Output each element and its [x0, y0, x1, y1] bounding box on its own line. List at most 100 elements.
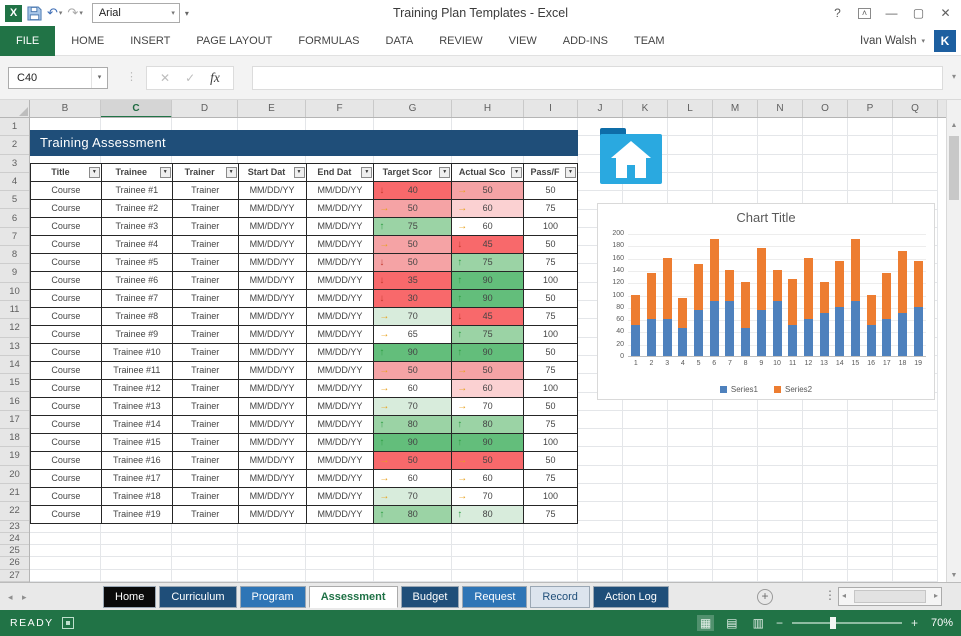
end-date-cell[interactable]: MM/DD/YY — [307, 200, 375, 218]
row-header-6[interactable]: 6 — [0, 210, 29, 228]
trainee-cell[interactable]: Trainee #2 — [102, 200, 173, 218]
start-date-cell[interactable]: MM/DD/YY — [239, 344, 307, 362]
actual-score-cell[interactable]: ↑90 — [452, 290, 524, 308]
title-cell[interactable]: Course — [31, 416, 102, 434]
row-header-21[interactable]: 21 — [0, 484, 29, 502]
trainee-cell[interactable]: Trainee #1 — [102, 182, 173, 200]
row-header-13[interactable]: 13 — [0, 338, 29, 356]
title-cell[interactable]: Course — [31, 434, 102, 452]
pass-score-cell[interactable]: 100 — [524, 218, 578, 236]
new-sheet-button[interactable]: + — [757, 589, 773, 605]
sheet-tab-program[interactable]: Program — [240, 586, 306, 608]
pass-score-cell[interactable]: 50 — [524, 344, 578, 362]
ribbon-display-button[interactable]: ˄ — [858, 8, 871, 19]
column-header-h[interactable]: H — [452, 100, 524, 118]
row-header-3[interactable]: 3 — [0, 155, 29, 173]
target-score-cell[interactable]: →50 — [374, 362, 452, 380]
end-date-cell[interactable]: MM/DD/YY — [307, 254, 375, 272]
actual-score-cell[interactable]: ↑80 — [452, 506, 524, 524]
end-date-cell[interactable]: MM/DD/YY — [307, 488, 375, 506]
pass-score-cell[interactable]: 100 — [524, 488, 578, 506]
name-box-dropdown-icon[interactable]: ▾ — [91, 68, 107, 88]
filter-dropdown-icon[interactable]: ▼ — [294, 167, 305, 178]
scroll-left-icon[interactable]: ◂ — [842, 591, 846, 600]
macro-record-icon[interactable] — [62, 617, 74, 629]
actual-score-cell[interactable]: →60 — [452, 380, 524, 398]
pass-score-cell[interactable]: 100 — [524, 272, 578, 290]
column-header-g[interactable]: G — [374, 100, 452, 118]
trainee-cell[interactable]: Trainee #10 — [102, 344, 173, 362]
filter-dropdown-icon[interactable]: ▼ — [361, 167, 372, 178]
start-date-cell[interactable]: MM/DD/YY — [239, 506, 307, 524]
start-date-cell[interactable]: MM/DD/YY — [239, 380, 307, 398]
formula-input[interactable] — [252, 66, 943, 90]
row-header-8[interactable]: 8 — [0, 246, 29, 264]
start-date-cell[interactable]: MM/DD/YY — [239, 362, 307, 380]
column-header-o[interactable]: O — [803, 100, 848, 118]
redo-dropdown-icon[interactable]: ▾ — [79, 9, 83, 17]
start-date-cell[interactable]: MM/DD/YY — [239, 272, 307, 290]
trainee-cell[interactable]: Trainee #6 — [102, 272, 173, 290]
view-page-break-icon[interactable]: ▥ — [750, 615, 767, 631]
undo-dropdown-icon[interactable]: ▾ — [59, 9, 63, 17]
row-header-17[interactable]: 17 — [0, 411, 29, 429]
title-cell[interactable]: Course — [31, 506, 102, 524]
scroll-up-icon[interactable]: ▲ — [947, 122, 961, 129]
pass-score-cell[interactable]: 75 — [524, 416, 578, 434]
expand-formula-bar-icon[interactable]: ▾ — [952, 72, 956, 81]
actual-score-cell[interactable]: ↑90 — [452, 344, 524, 362]
column-header-b[interactable]: B — [30, 100, 101, 118]
target-score-cell[interactable]: →70 — [374, 488, 452, 506]
start-date-cell[interactable]: MM/DD/YY — [239, 200, 307, 218]
horizontal-scrollbar[interactable]: ◂ ▸ — [838, 587, 942, 606]
title-cell[interactable]: Course — [31, 200, 102, 218]
target-score-cell[interactable]: ↑75 — [374, 218, 452, 236]
actual-score-cell[interactable]: →50 — [452, 452, 524, 470]
insert-function-icon[interactable]: fx — [210, 70, 220, 86]
maximize-button[interactable]: ▢ — [905, 6, 932, 20]
row-header-23[interactable]: 23 — [0, 521, 29, 533]
column-header-j[interactable]: J — [578, 100, 623, 118]
filter-dropdown-icon[interactable]: ▼ — [511, 167, 522, 178]
trainer-cell[interactable]: Trainer — [173, 218, 239, 236]
vertical-scrollbar[interactable]: ▲ ▼ — [946, 100, 961, 582]
vertical-scroll-thumb[interactable] — [949, 136, 959, 200]
user-avatar[interactable]: K — [934, 30, 956, 52]
title-cell[interactable]: Course — [31, 254, 102, 272]
trainee-cell[interactable]: Trainee #18 — [102, 488, 173, 506]
sheet-tab-budget[interactable]: Budget — [401, 586, 460, 608]
actual-score-cell[interactable]: →60 — [452, 470, 524, 488]
actual-score-cell[interactable]: →60 — [452, 218, 524, 236]
ribbon-tab-insert[interactable]: INSERT — [117, 26, 183, 56]
target-score-cell[interactable]: ↑80 — [374, 506, 452, 524]
target-score-cell[interactable]: →60 — [374, 380, 452, 398]
row-header-27[interactable]: 27 — [0, 570, 29, 582]
minimize-button[interactable]: — — [878, 6, 905, 20]
excel-logo-icon[interactable]: X — [5, 5, 22, 22]
ribbon-tab-view[interactable]: VIEW — [496, 26, 550, 56]
end-date-cell[interactable]: MM/DD/YY — [307, 362, 375, 380]
pass-score-cell[interactable]: 75 — [524, 362, 578, 380]
trainee-cell[interactable]: Trainee #17 — [102, 470, 173, 488]
pass-score-cell[interactable]: 75 — [524, 308, 578, 326]
start-date-cell[interactable]: MM/DD/YY — [239, 308, 307, 326]
pass-score-cell[interactable]: 50 — [524, 398, 578, 416]
column-header-p[interactable]: P — [848, 100, 893, 118]
filter-dropdown-icon[interactable]: ▼ — [160, 167, 171, 178]
view-normal-icon[interactable]: ▦ — [697, 615, 714, 631]
target-score-cell[interactable]: →50 — [374, 236, 452, 254]
filter-dropdown-icon[interactable]: ▼ — [565, 167, 576, 178]
target-score-cell[interactable]: ↓40 — [374, 182, 452, 200]
title-cell[interactable]: Course — [31, 182, 102, 200]
home-image[interactable] — [600, 125, 662, 187]
target-score-cell[interactable]: →50 — [374, 452, 452, 470]
start-date-cell[interactable]: MM/DD/YY — [239, 434, 307, 452]
scroll-down-icon[interactable]: ▼ — [947, 572, 961, 579]
title-cell[interactable]: Course — [31, 470, 102, 488]
actual-score-cell[interactable]: ↑75 — [452, 326, 524, 344]
actual-score-cell[interactable]: ↑90 — [452, 272, 524, 290]
trainee-cell[interactable]: Trainee #11 — [102, 362, 173, 380]
row-header-14[interactable]: 14 — [0, 356, 29, 374]
start-date-cell[interactable]: MM/DD/YY — [239, 290, 307, 308]
pass-score-cell[interactable]: 50 — [524, 290, 578, 308]
